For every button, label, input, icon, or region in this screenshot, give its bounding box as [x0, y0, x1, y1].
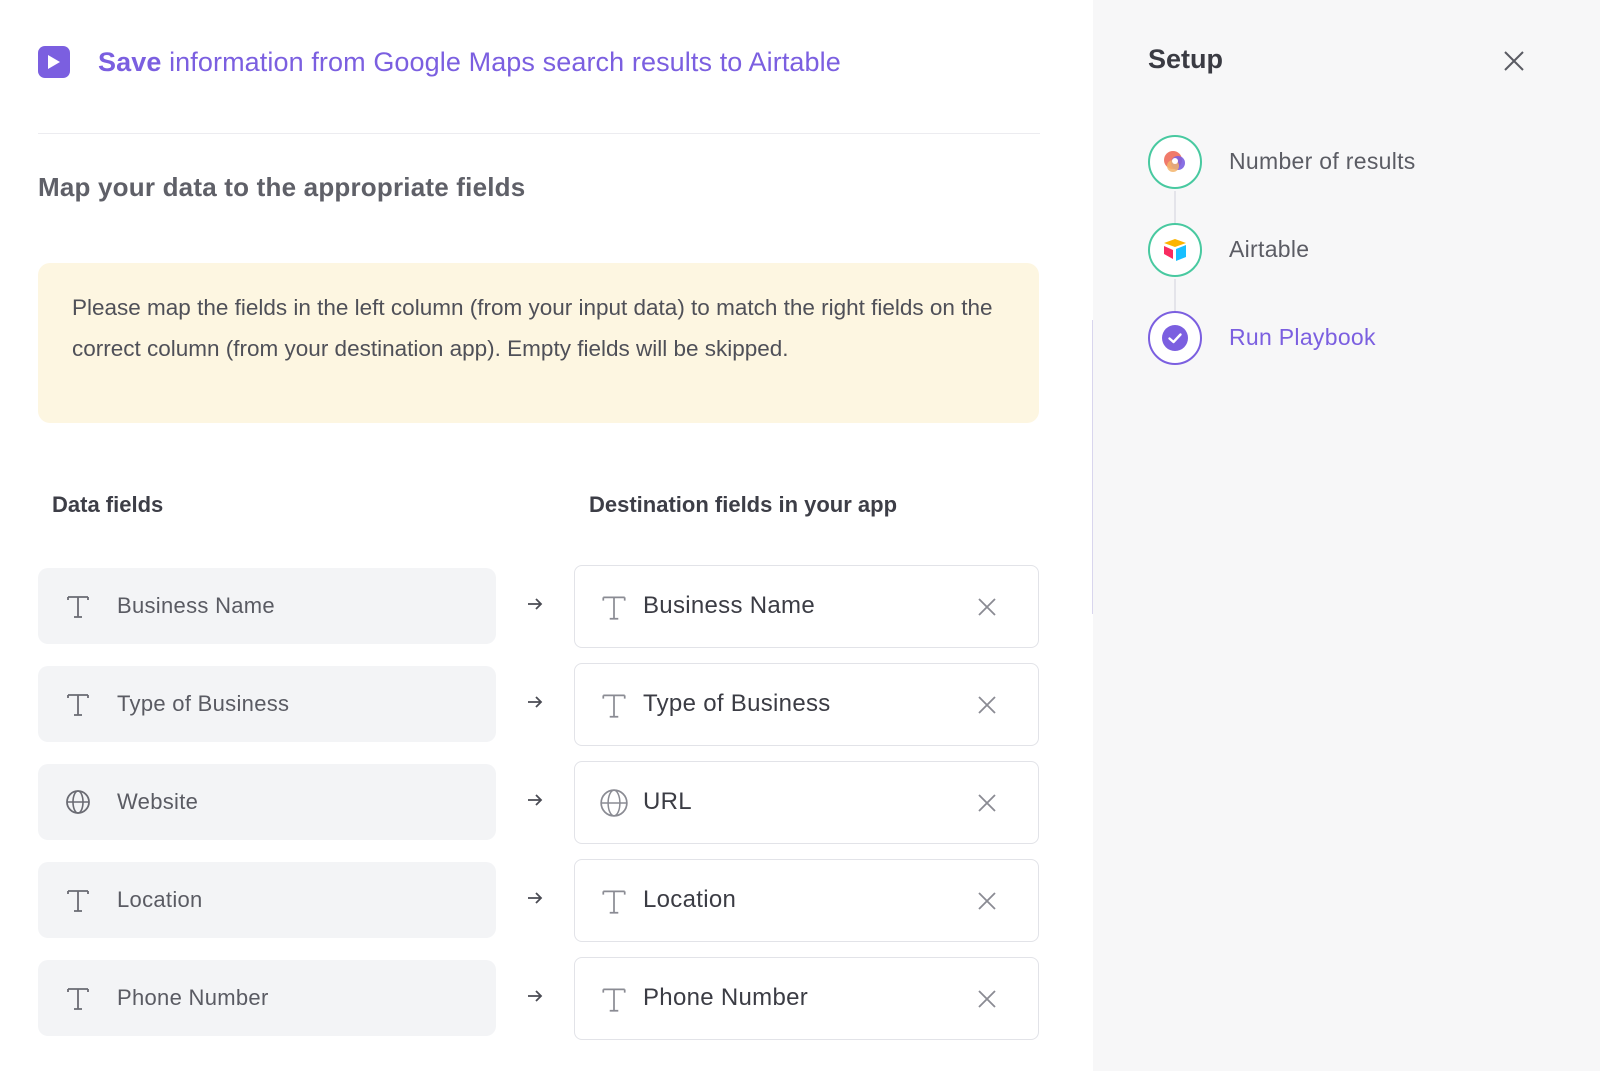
- source-field: Location: [38, 862, 496, 938]
- page-header: Save information from Google Maps search…: [38, 42, 841, 82]
- globe-icon: [66, 790, 90, 814]
- destination-field-label: Business Name: [643, 592, 815, 619]
- source-field-label: Type of Business: [117, 691, 290, 716]
- check-circle-icon: [1162, 325, 1188, 351]
- mapping-row: Business Name Business Name: [38, 565, 1039, 663]
- destination-field-label: Location: [643, 886, 737, 913]
- destination-field[interactable]: Type of Business: [574, 663, 1039, 746]
- destination-field-label: URL: [643, 788, 692, 815]
- data-fields-heading: Data fields: [52, 492, 164, 517]
- clear-field-icon[interactable]: [975, 693, 999, 717]
- text-type-icon: [67, 988, 89, 1010]
- mapping-row: Phone Number Phone Number: [38, 957, 1039, 1055]
- destination-fields-heading: Destination fields in your app: [589, 492, 898, 517]
- close-icon[interactable]: [1501, 48, 1527, 74]
- clear-field-icon[interactable]: [975, 595, 999, 619]
- source-field-label: Location: [117, 887, 203, 912]
- arrow-right-icon: [528, 892, 543, 904]
- header-divider: [38, 133, 1040, 134]
- mapping-row: Website URL: [38, 761, 1039, 859]
- info-notice: Please map the fields in the left column…: [38, 263, 1039, 423]
- source-field-label: Business Name: [117, 593, 275, 618]
- step-status-circle: [1148, 135, 1202, 189]
- destination-field[interactable]: Location: [574, 859, 1039, 942]
- step-label: Number of results: [1229, 148, 1416, 174]
- clear-field-icon[interactable]: [975, 889, 999, 913]
- text-type-icon: [602, 596, 626, 620]
- play-icon: [38, 46, 70, 78]
- mapping-row: Type of Business Type of Business: [38, 663, 1039, 761]
- source-field: Phone Number: [38, 960, 496, 1036]
- arrow-right-icon: [528, 696, 543, 708]
- section-title: Map your data to the appropriate fields: [38, 172, 526, 202]
- setup-steps: Number of results Airtable Run Playbook: [1148, 135, 1415, 399]
- destination-field-label: Phone Number: [643, 984, 809, 1011]
- text-type-icon: [67, 694, 89, 716]
- globe-icon: [600, 789, 628, 817]
- destination-field[interactable]: URL: [574, 761, 1039, 844]
- source-field: Business Name: [38, 568, 496, 644]
- destination-field[interactable]: Phone Number: [574, 957, 1039, 1040]
- step-run-playbook[interactable]: Run Playbook: [1148, 311, 1376, 399]
- source-field: Type of Business: [38, 666, 496, 742]
- step-airtable[interactable]: Airtable: [1148, 223, 1309, 311]
- main-panel: Save information from Google Maps search…: [0, 0, 1093, 1071]
- app-logo-icon: [1164, 151, 1185, 172]
- destination-field-label: Type of Business: [643, 690, 831, 717]
- step-number-of-results[interactable]: Number of results: [1148, 135, 1415, 223]
- source-field: Website: [38, 764, 496, 840]
- setup-panel: Setup Number of results Airtable Run Pla…: [1093, 0, 1600, 1071]
- text-type-icon: [67, 890, 89, 912]
- step-status-circle: [1148, 223, 1202, 277]
- mapping-row: Location Location: [38, 859, 1039, 957]
- page-title-text: information from Google Maps search resu…: [161, 46, 841, 77]
- source-field-label: Phone Number: [117, 985, 269, 1010]
- step-label: Run Playbook: [1229, 324, 1376, 350]
- clear-field-icon[interactable]: [975, 791, 999, 815]
- page-title-action: Save: [98, 46, 162, 77]
- text-type-icon: [602, 694, 626, 718]
- page-title: Save information from Google Maps search…: [98, 47, 841, 78]
- step-status-circle: [1148, 311, 1202, 365]
- text-type-icon: [602, 988, 626, 1012]
- text-type-icon: [602, 890, 626, 914]
- field-mapping-list: Business Name Business Name Type of Busi…: [38, 565, 1039, 1055]
- arrow-right-icon: [528, 598, 543, 610]
- setup-title: Setup: [1148, 44, 1224, 74]
- text-type-icon: [67, 596, 89, 618]
- arrow-right-icon: [528, 990, 543, 1002]
- source-field-label: Website: [117, 789, 199, 814]
- destination-field[interactable]: Business Name: [574, 565, 1039, 648]
- step-label: Airtable: [1229, 236, 1310, 262]
- airtable-logo-icon: [1164, 239, 1186, 261]
- clear-field-icon[interactable]: [975, 987, 999, 1011]
- arrow-right-icon: [528, 794, 543, 806]
